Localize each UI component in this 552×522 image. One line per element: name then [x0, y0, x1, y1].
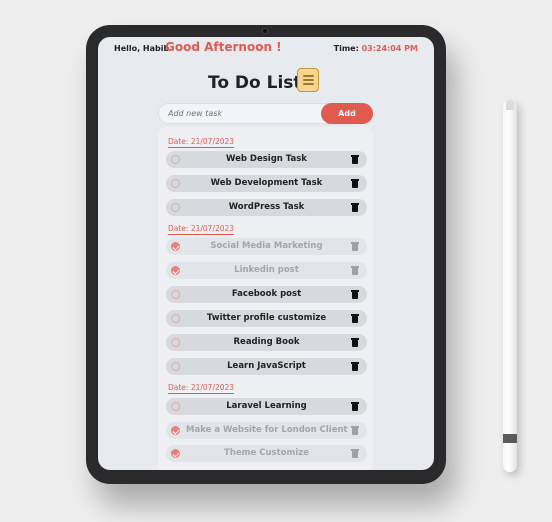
top-bar: Hello, Habib Good Afternoon ! Time: 03:2…: [98, 37, 434, 63]
date-heading: Date: 21/07/2023: [168, 137, 235, 148]
task-label: WordPress Task: [228, 202, 305, 212]
trash-icon[interactable]: [351, 290, 359, 299]
task-item[interactable]: Reading Book: [166, 334, 367, 351]
trash-icon[interactable]: [351, 155, 359, 164]
trash-icon[interactable]: [351, 266, 359, 275]
task-label: Web Development Task: [210, 178, 323, 188]
camera-icon: [262, 28, 268, 34]
trash-icon[interactable]: [351, 242, 359, 251]
task-checkbox-checked[interactable]: [171, 266, 180, 275]
task-label: Linkedin post: [234, 265, 299, 275]
task-checkbox[interactable]: [171, 362, 180, 371]
task-label: Laravel Learning: [226, 401, 307, 411]
task-checkbox[interactable]: [171, 402, 180, 411]
task-checkbox-checked[interactable]: [171, 242, 180, 251]
task-item[interactable]: Laravel Learning: [166, 398, 367, 415]
stylus-band: [503, 434, 517, 443]
task-checkbox[interactable]: [171, 155, 180, 164]
task-checkbox[interactable]: [171, 203, 180, 212]
task-checkbox[interactable]: [171, 338, 180, 347]
task-label: Twitter profile customize: [206, 313, 327, 323]
date-heading: Date: 21/07/2023: [168, 224, 235, 235]
trash-icon[interactable]: [351, 338, 359, 347]
trash-icon[interactable]: [351, 203, 359, 212]
trash-icon[interactable]: [351, 402, 359, 411]
task-label: Learn JavaScript: [227, 361, 306, 371]
time-value: 03:24:04 PM: [361, 44, 418, 53]
task-item[interactable]: Linkedin post: [166, 262, 367, 279]
task-item[interactable]: WordPress Task: [166, 199, 367, 216]
page-title: To Do List: [208, 73, 302, 93]
clock: Time: 03:24:04 PM: [334, 44, 418, 53]
task-checkbox-checked[interactable]: [171, 426, 180, 435]
task-label: Theme Customize: [224, 448, 309, 458]
trash-icon[interactable]: [351, 426, 359, 435]
stylus-pencil: [503, 100, 517, 472]
date-heading: Date: 21/07/2023: [168, 383, 235, 394]
task-label: Make a Website for London Client: [186, 425, 348, 435]
task-item[interactable]: Social Media Marketing: [166, 238, 367, 255]
task-item[interactable]: Make a Website for London Client: [166, 422, 367, 439]
task-label: Facebook post: [231, 289, 302, 299]
task-label: Web Design Task: [226, 154, 307, 164]
trash-icon[interactable]: [351, 362, 359, 371]
hello-text: Hello, Habib: [114, 44, 170, 53]
task-item[interactable]: Web Development Task: [166, 175, 367, 192]
tablet-frame: Hello, Habib Good Afternoon ! Time: 03:2…: [86, 25, 446, 484]
trash-icon[interactable]: [351, 179, 359, 188]
greeting-text: Good Afternoon !: [165, 40, 282, 54]
trash-icon[interactable]: [351, 314, 359, 323]
task-label: Social Media Marketing: [210, 241, 323, 251]
notepad-icon: [297, 68, 319, 92]
trash-icon[interactable]: [351, 449, 359, 458]
task-item[interactable]: Web Design Task: [166, 151, 367, 168]
add-task-button[interactable]: Add: [321, 103, 373, 124]
task-item[interactable]: Theme Customize: [166, 445, 367, 462]
task-item[interactable]: Facebook post: [166, 286, 367, 303]
task-checkbox-checked[interactable]: [171, 449, 180, 458]
task-checkbox[interactable]: [171, 290, 180, 299]
task-label: Reading Book: [233, 337, 300, 347]
task-item[interactable]: Twitter profile customize: [166, 310, 367, 327]
task-checkbox[interactable]: [171, 314, 180, 323]
stylus-tip: [506, 100, 514, 110]
task-item[interactable]: Learn JavaScript: [166, 358, 367, 375]
task-checkbox[interactable]: [171, 179, 180, 188]
app-screen: Hello, Habib Good Afternoon ! Time: 03:2…: [98, 37, 434, 470]
time-label: Time:: [333, 44, 359, 53]
